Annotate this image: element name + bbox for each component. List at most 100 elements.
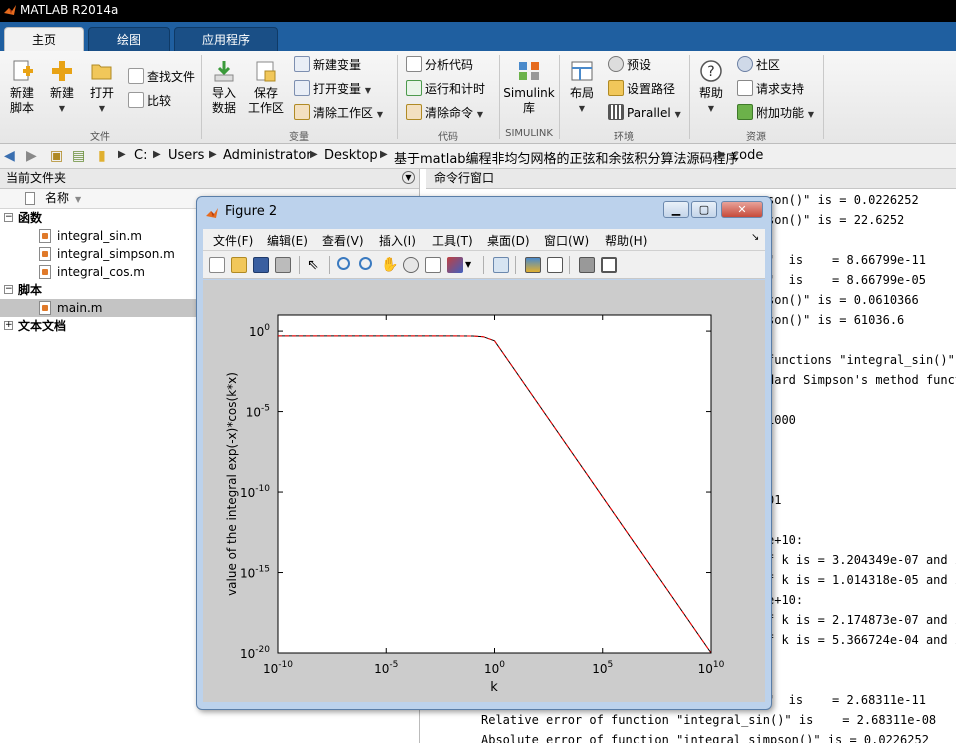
brush-dropdown-icon[interactable]: ▼ [465,257,481,273]
open-button[interactable]: 打开 ▼ [84,59,120,116]
menu-desktop[interactable]: 桌面(D) [487,232,530,249]
line-chart[interactable]: 10-10 10-5 100 105 1010 100 10-5 10-10 10-15 10-2… [203,280,765,702]
panel-actions-icon[interactable]: ▼ [402,171,415,184]
tab-plots[interactable]: 绘图 [88,27,170,51]
parallel-button[interactable]: Parallel ▼ [608,103,681,123]
clear-workspace-button[interactable]: 清除工作区 ▼ [294,103,383,123]
menu-help[interactable]: 帮助(H) [605,232,647,249]
help-button[interactable]: ? 帮助 ▼ [694,59,728,116]
import-data-button[interactable]: 导入 数据 [206,59,242,116]
colorbar-icon[interactable] [525,257,541,273]
expand-icon[interactable]: + [4,321,13,330]
figure-canvas[interactable]: 10-10 10-5 100 105 1010 100 10-5 10-10 10-15 10-2… [203,280,765,702]
close-button[interactable]: ✕ [721,201,763,218]
clear-commands-dropdown-icon[interactable]: ▼ [477,110,483,119]
zoom-in-icon[interactable] [337,257,350,270]
parallel-dropdown-icon[interactable]: ▼ [675,110,681,119]
back-arrow-icon[interactable]: ◀ [4,148,15,164]
compare-button[interactable]: 比较 [128,91,171,111]
open-dropdown-icon[interactable]: ▼ [84,101,120,116]
open-variable-button[interactable]: 打开变量 ▼ [294,79,371,99]
breadcrumb-users[interactable]: Users [168,148,204,163]
menu-insert[interactable]: 插入(I) [379,232,416,249]
pointer-arrow-icon[interactable]: ⇖ [307,257,323,273]
legend-icon[interactable] [547,257,563,273]
figure-window[interactable]: Figure 2 ▁ ▢ ✕ 文件(F) 编辑(E) 查看(V) 插入(I) 工… [196,196,772,710]
breadcrumb-code[interactable]: code [732,148,763,163]
toolbar-divider [329,256,330,274]
new-button[interactable]: 新建 ▼ [44,59,80,116]
y-axis-label: value of the integral exp(-x)*cos(k*x) [225,372,239,596]
add-ons-button[interactable]: 附加功能 ▼ [737,103,814,123]
toolbar-divider [483,256,484,274]
breadcrumb-project-folder[interactable]: 基于matlab编程非均匀网格的正弦和余弦积分算法源码程序 [394,148,739,167]
parallel-label: Parallel [627,106,671,120]
dock-arrow-icon[interactable]: ↘ [751,232,759,243]
chevron-right-icon: ▶ [380,149,388,160]
brush-icon[interactable] [447,257,463,273]
open-variable-dropdown-icon[interactable]: ▼ [365,86,371,95]
minimize-button[interactable]: ▁ [663,201,689,218]
print-icon[interactable] [275,257,291,273]
current-folder-title: 当前文件夹 [6,171,67,185]
sort-arrow-icon[interactable]: ▼ [75,190,81,209]
zoom-out-icon[interactable] [359,257,372,270]
preferences-label: 预设 [627,58,652,72]
analyze-code-button[interactable]: 分析代码 [406,55,473,75]
window-controls[interactable] [916,0,956,22]
breadcrumb-desktop[interactable]: Desktop [324,148,378,163]
rotate-3d-icon[interactable] [403,257,419,273]
new-figure-icon[interactable] [209,257,225,273]
layout-dropdown-icon[interactable]: ▼ [564,101,600,116]
simulink-library-button[interactable]: Simulink 库 [503,59,555,116]
menu-view[interactable]: 查看(V) [322,232,364,249]
save-icon[interactable] [253,257,269,273]
clear-workspace-dropdown-icon[interactable]: ▼ [377,110,383,119]
svg-text:?: ? [707,64,714,80]
run-and-time-button[interactable]: 运行和计时 [406,79,485,99]
menu-tools[interactable]: 工具(T) [432,232,473,249]
tab-apps[interactable]: 应用程序 [174,27,278,51]
add-ons-dropdown-icon[interactable]: ▼ [808,110,814,119]
menu-edit[interactable]: 编辑(E) [267,232,308,249]
collapse-icon[interactable]: − [4,285,13,294]
data-cursor-icon[interactable] [425,257,441,273]
new-dropdown-icon[interactable]: ▼ [44,101,80,116]
browse-folder-icon[interactable]: ▤ [72,148,85,164]
tab-home[interactable]: 主页 [4,27,84,51]
find-files-button[interactable]: 查找文件 [128,67,195,87]
layout-button[interactable]: 布局 ▼ [564,59,600,116]
ribbon-divider [559,55,560,139]
axes-area[interactable] [277,314,712,654]
clear-workspace-label: 清除工作区 [313,106,374,120]
save-workspace-label: 保存 工作区 [247,86,284,115]
clear-commands-button[interactable]: 清除命令 ▼ [406,103,483,123]
menu-window[interactable]: 窗口(W) [544,232,589,249]
new-variable-button[interactable]: 新建变量 [294,55,361,75]
layout-label: 布局 [569,86,594,100]
pan-hand-icon[interactable]: ✋ [381,257,398,273]
menu-file[interactable]: 文件(F) [213,232,253,249]
set-path-button[interactable]: 设置路径 [608,79,675,99]
hide-plot-tools-icon[interactable] [579,257,595,273]
forward-arrow-icon[interactable]: ▶ [26,148,37,164]
up-folder-icon[interactable]: ▣ [50,148,63,164]
preferences-button[interactable]: 预设 [608,55,651,75]
breadcrumb-c[interactable]: C: [134,148,147,163]
clear-commands-icon [406,104,422,120]
request-support-button[interactable]: 请求支持 [737,79,804,99]
new-script-button[interactable]: 新建 脚本 [4,59,40,116]
help-dropdown-icon[interactable]: ▼ [694,101,728,116]
open-file-icon[interactable] [231,257,247,273]
command-output-line: son()" is = 61036.6 [767,313,905,327]
open-label: 打开 [89,86,114,100]
link-plot-icon[interactable] [493,257,509,273]
save-workspace-button[interactable]: 保存 工作区 [246,59,286,116]
file-name: main.m [57,301,103,315]
collapse-icon[interactable]: − [4,213,13,222]
show-plot-tools-icon[interactable] [601,257,617,273]
community-button[interactable]: 社区 [737,55,780,75]
y-tick-label: 10-5 [246,404,270,420]
maximize-button[interactable]: ▢ [691,201,717,218]
breadcrumb-administrator[interactable]: Administrator [223,148,312,163]
